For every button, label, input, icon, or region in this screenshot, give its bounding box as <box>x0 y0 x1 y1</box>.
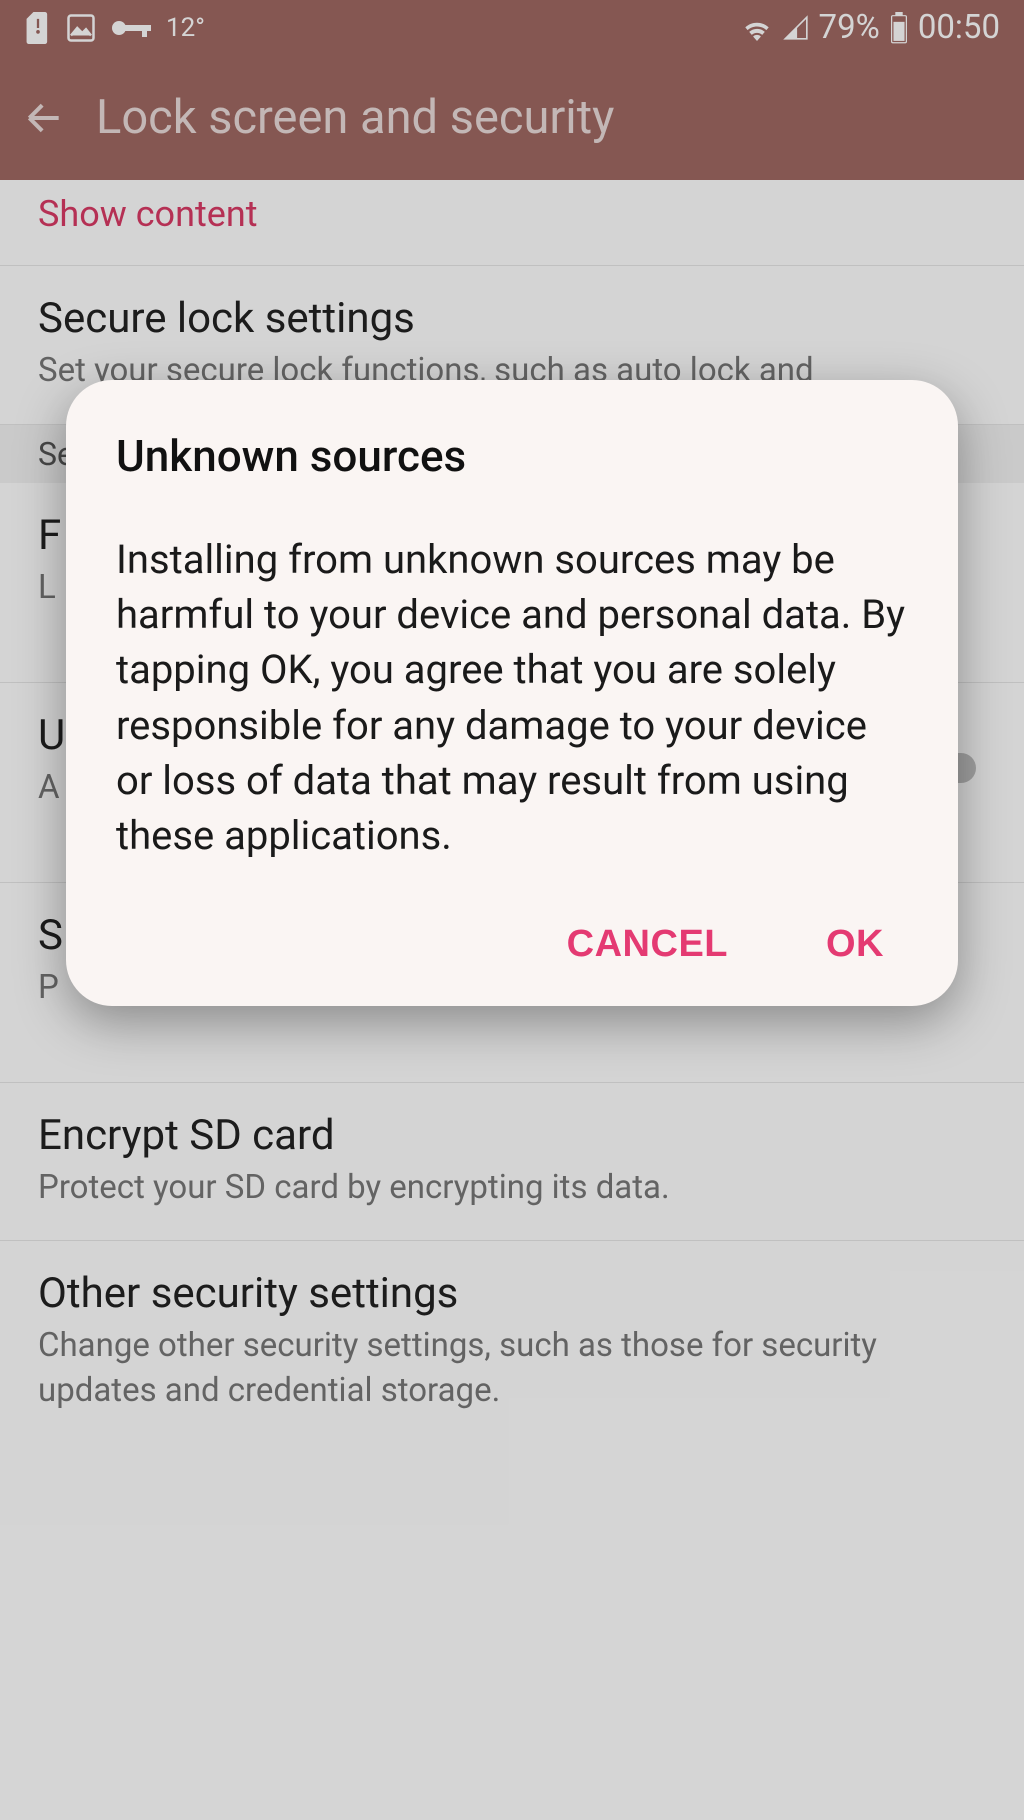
image-icon <box>66 13 96 43</box>
status-right: 79% 00:50 <box>741 8 1000 47</box>
list-title: Notifications on lock screen <box>38 180 986 187</box>
key-vpn-icon <box>110 16 152 40</box>
list-sub: Protect your SD card by encrypting its d… <box>38 1166 986 1211</box>
list-item-other-security[interactable]: Other security settings Change other sec… <box>0 1241 1024 1443</box>
list-sub-accent: Show content <box>38 193 986 235</box>
battery-icon <box>890 12 908 44</box>
dialog-unknown-sources: Unknown sources Installing from unknown … <box>66 380 958 1006</box>
sd-card-warning-icon <box>24 12 52 44</box>
back-button[interactable] <box>20 94 68 142</box>
status-temperature: 12° <box>166 13 205 43</box>
app-bar: Lock screen and security <box>0 55 1024 180</box>
dialog-actions: CANCEL OK <box>116 913 908 976</box>
ok-button[interactable]: OK <box>822 913 888 976</box>
signal-icon <box>783 15 809 41</box>
list-item-notifications[interactable]: Notifications on lock screen Show conten… <box>0 180 1024 266</box>
cancel-button[interactable]: CANCEL <box>563 913 732 976</box>
dialog-title: Unknown sources <box>116 430 908 482</box>
list-title: Other security settings <box>38 1269 986 1318</box>
list-title: Secure lock settings <box>38 294 986 343</box>
list-title: Encrypt SD card <box>38 1111 986 1160</box>
dialog-body: Installing from unknown sources may be h… <box>116 532 908 863</box>
status-left: 12° <box>24 12 205 44</box>
page-title: Lock screen and security <box>96 90 614 145</box>
status-bar: 12° 79% 00:50 <box>0 0 1024 55</box>
wifi-icon <box>741 15 773 41</box>
status-time: 00:50 <box>918 8 1000 47</box>
status-battery-pct: 79% <box>819 8 880 47</box>
list-item-encrypt-sd[interactable]: Encrypt SD card Protect your SD card by … <box>0 1083 1024 1242</box>
list-sub: Change other security settings, such as … <box>38 1324 986 1413</box>
